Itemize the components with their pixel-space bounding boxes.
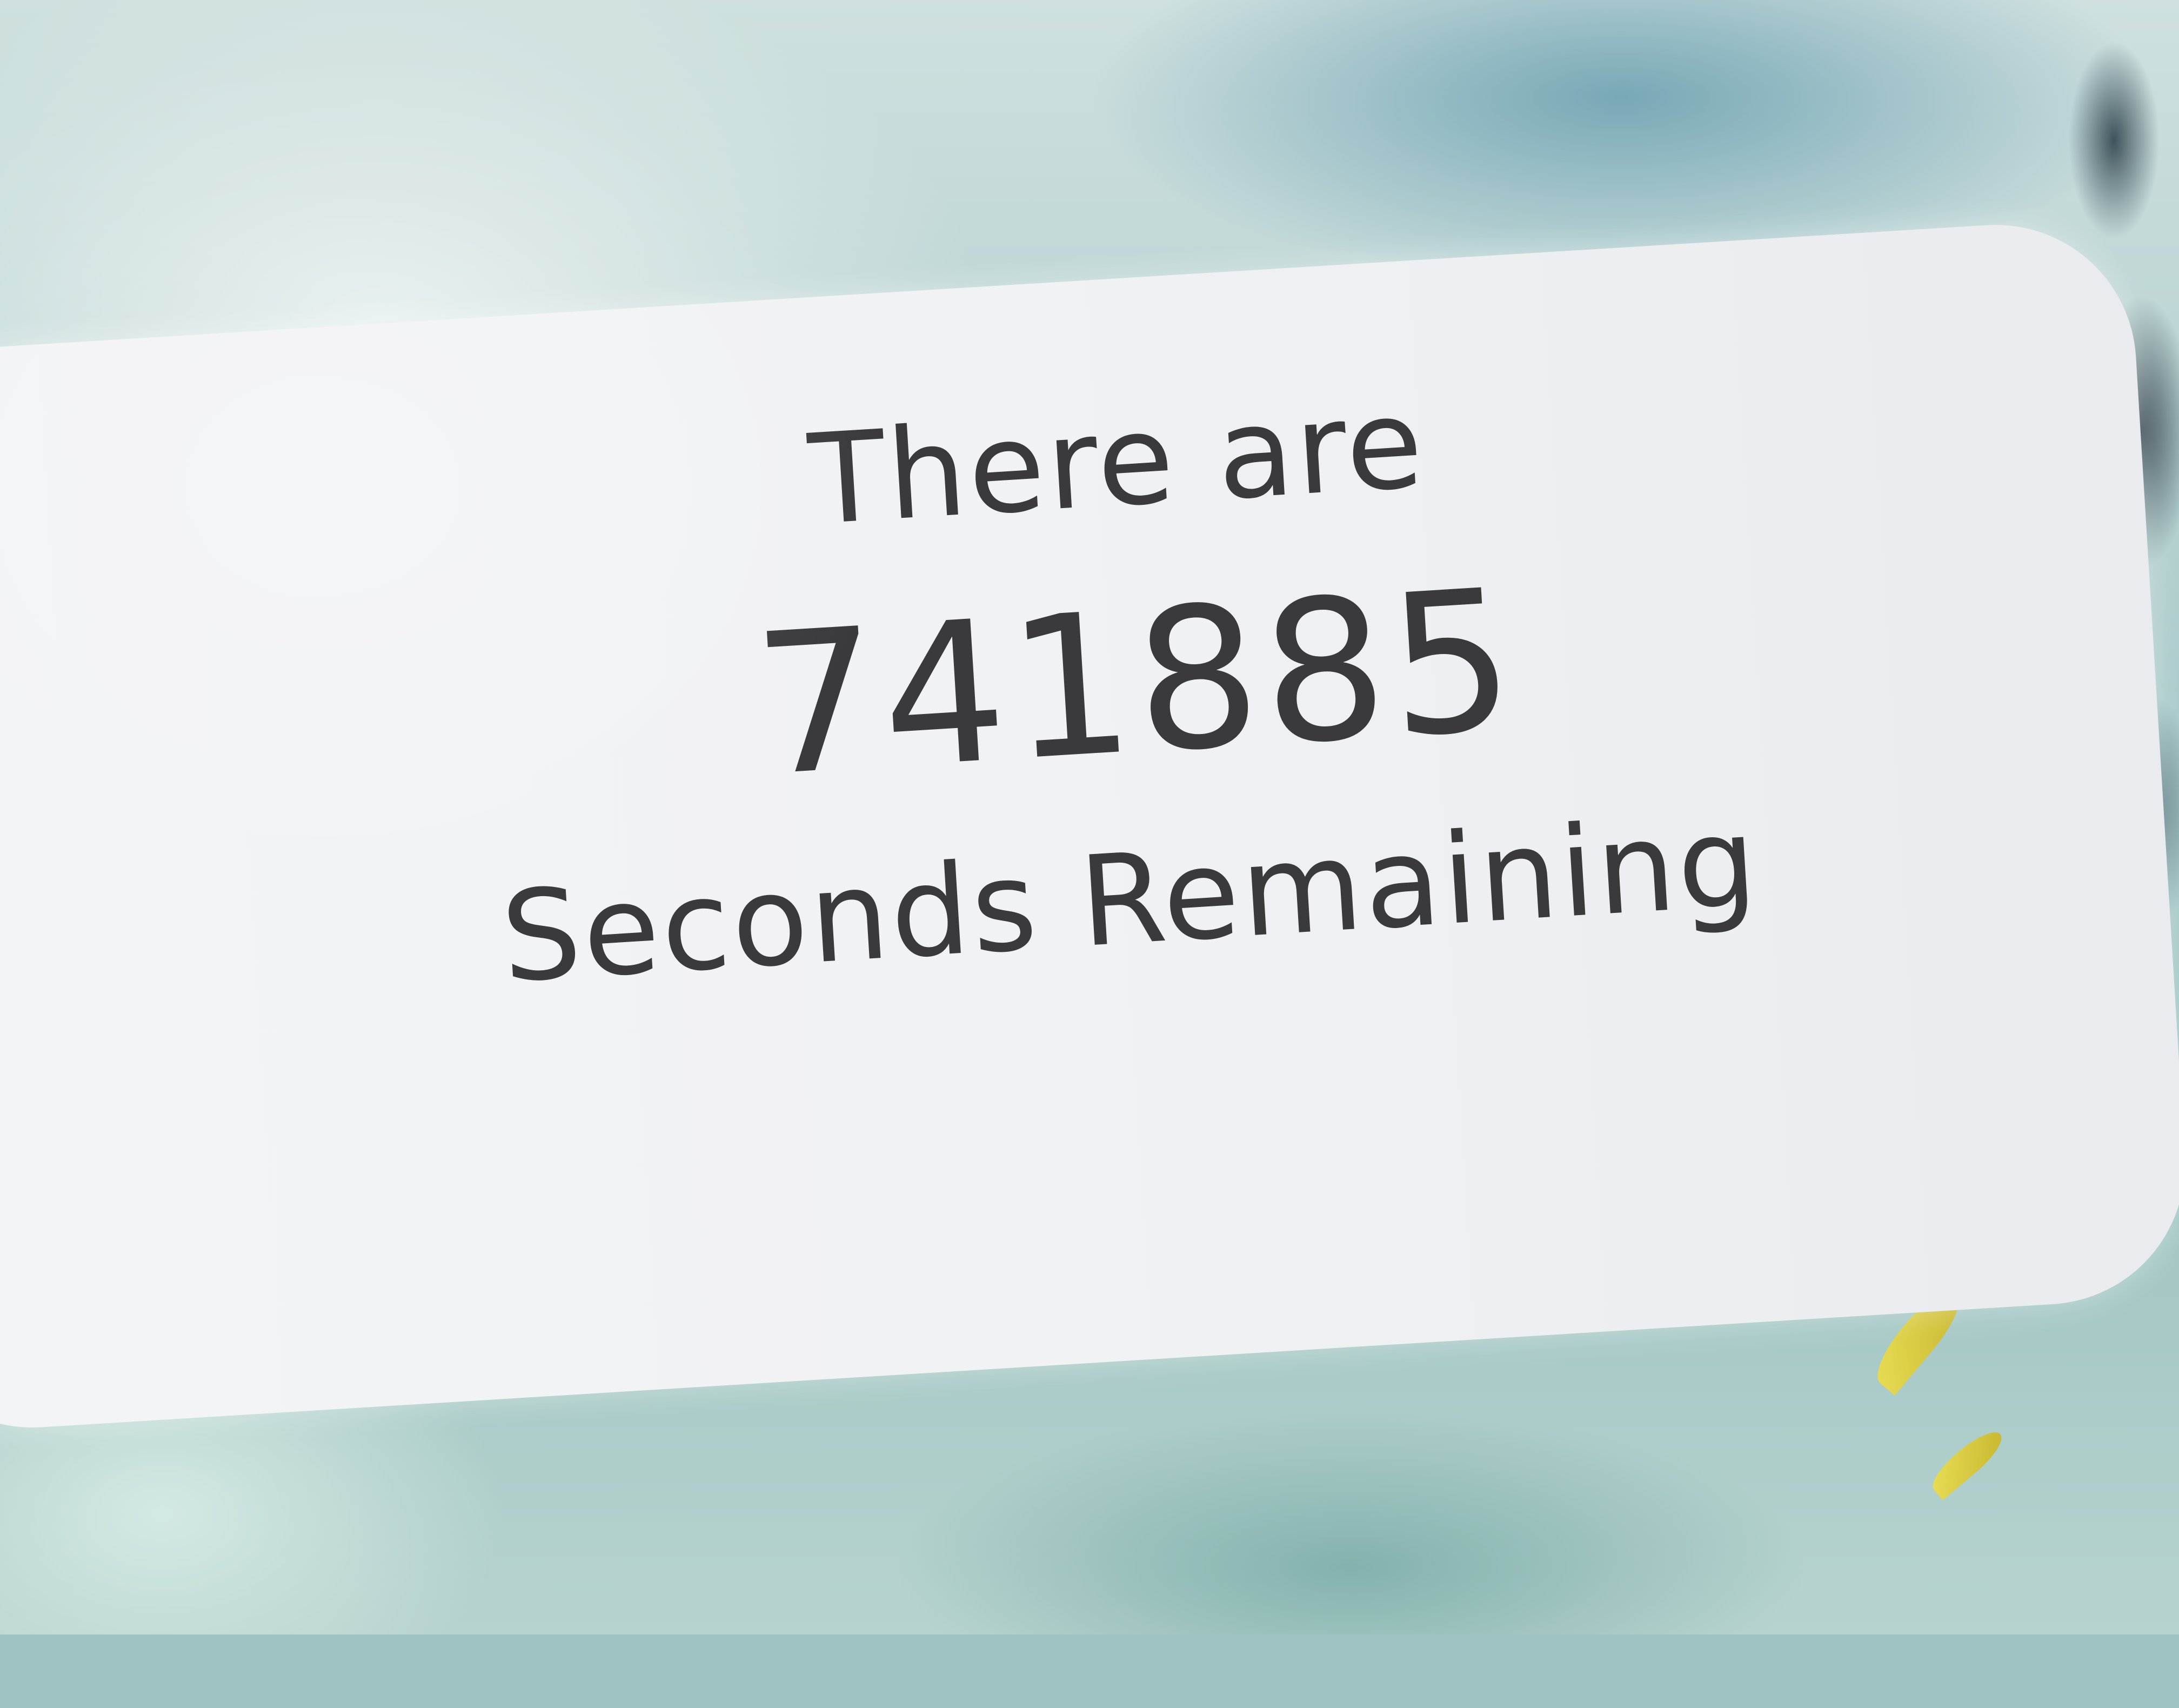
countdown-widget-container: There are 741885 Seconds Remaining: [0, 0, 2179, 1699]
